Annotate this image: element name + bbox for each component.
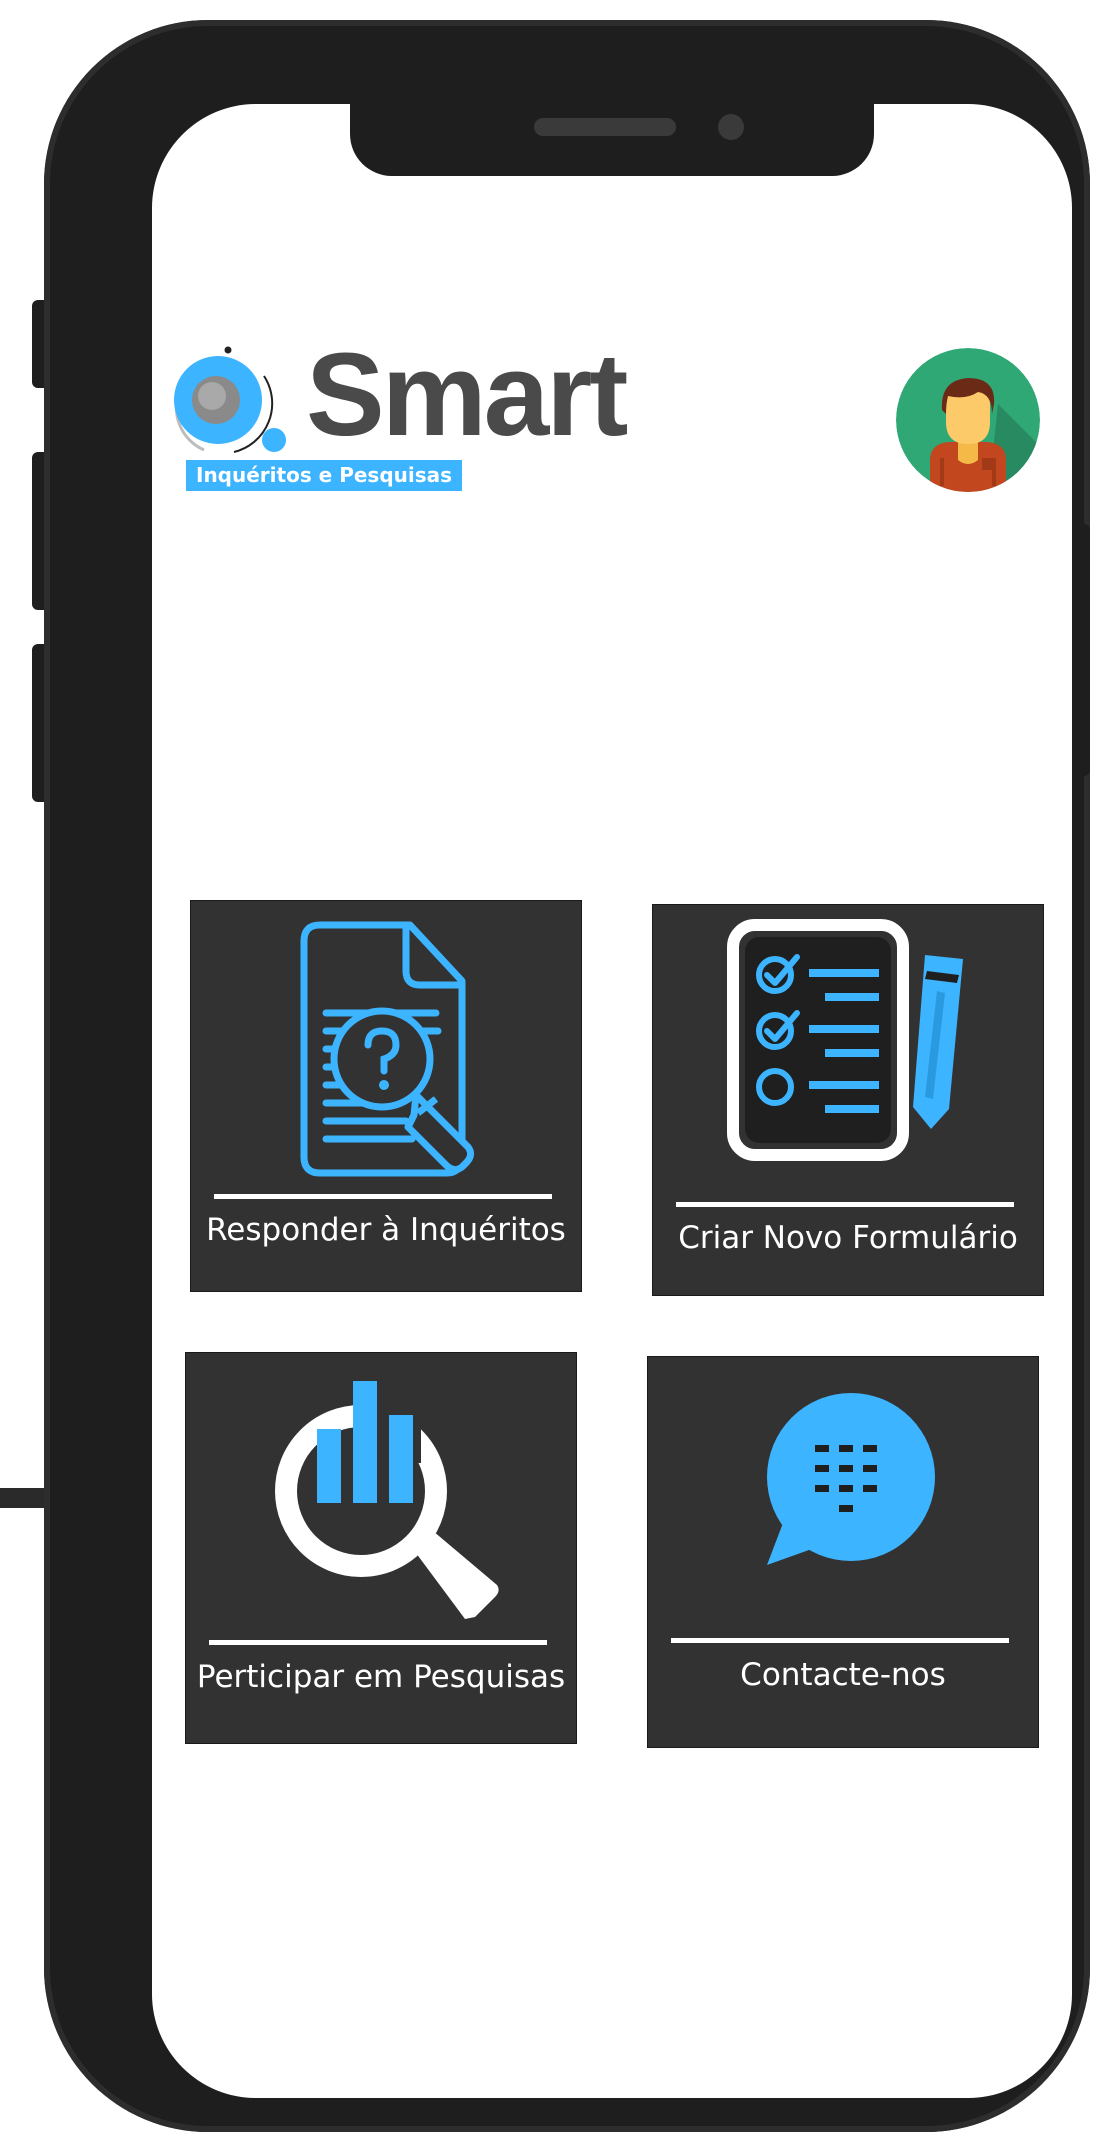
user-avatar-icon (896, 348, 1040, 492)
create-form-tile[interactable]: Criar Novo Formulário (652, 904, 1044, 1296)
tile-divider (209, 1640, 547, 1645)
participate-research-tile[interactable]: Perticipar em Pesquisas (185, 1352, 577, 1744)
earpiece-speaker (534, 118, 676, 136)
stage: Smart Inquéritos e Pesquisas Responder à… (0, 0, 1096, 2132)
tile-label: Responder à Inquéritos (206, 1212, 566, 1248)
notch (350, 104, 874, 176)
tile-divider (214, 1194, 552, 1199)
bar-chart-magnifier-icon (275, 1381, 499, 1619)
tile-divider (676, 1202, 1014, 1207)
phone-frame: Smart Inquéritos e Pesquisas Responder à… (44, 20, 1090, 2132)
front-camera (718, 114, 744, 140)
app-logo: Smart Inquéritos e Pesquisas (166, 336, 636, 504)
tile-divider (671, 1638, 1009, 1643)
phone-screen: Smart Inquéritos e Pesquisas Responder à… (152, 104, 1072, 2098)
q-letter-logo-icon (174, 346, 286, 453)
checklist-pencil-icon (727, 919, 963, 1161)
document-question-search-icon (300, 921, 475, 1177)
chat-bubble-keypad-icon (767, 1393, 935, 1565)
app-name: Smart (306, 329, 628, 461)
tile-label: Criar Novo Formulário (678, 1220, 1018, 1256)
tile-label: Contacte-nos (740, 1657, 946, 1693)
app-tagline: Inquéritos e Pesquisas (186, 460, 463, 491)
answer-surveys-tile[interactable]: Responder à Inquéritos (190, 900, 582, 1292)
power-button (1080, 524, 1090, 776)
tile-label: Perticipar em Pesquisas (196, 1659, 566, 1695)
contact-us-tile[interactable]: Contacte-nos (647, 1356, 1039, 1748)
user-avatar-button[interactable] (896, 348, 1040, 492)
